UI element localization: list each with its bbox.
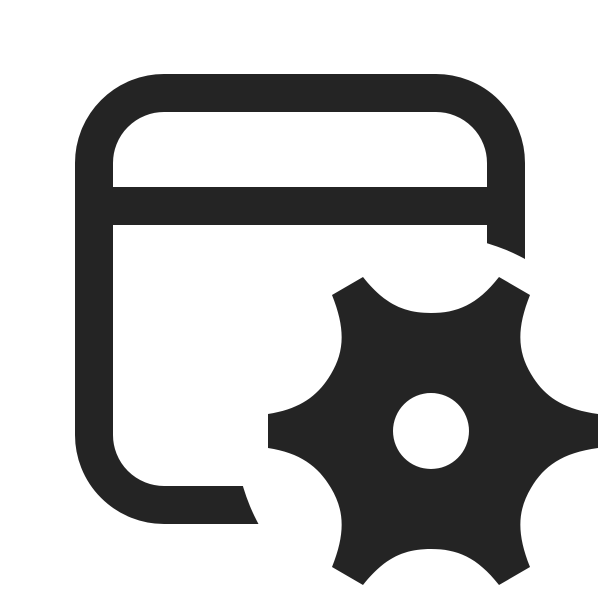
icon-canvas	[0, 0, 600, 600]
gear-icon	[268, 277, 598, 585]
window-settings-icon	[75, 74, 598, 585]
